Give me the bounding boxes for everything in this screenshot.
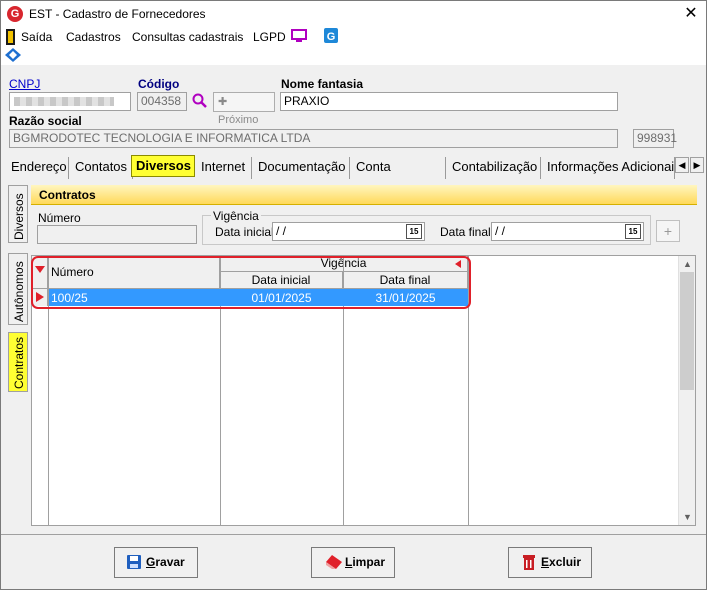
codigo-label: Código <box>138 77 180 91</box>
main-window: G EST - Cadastro de Fornecedores ✕ Saída… <box>0 0 707 590</box>
collapse-left-icon[interactable] <box>455 260 461 268</box>
search-icon[interactable] <box>192 93 208 109</box>
current-row-arrow-icon <box>36 292 44 302</box>
scroll-up-icon[interactable]: ▲ <box>679 256 696 272</box>
vtab-diversos-label: Diversos <box>12 193 26 240</box>
grid-column-line <box>468 256 469 525</box>
scroll-thumb[interactable] <box>680 272 694 390</box>
menu-consultas-cadastrais[interactable]: Consultas cadastrais <box>132 30 243 44</box>
eraser-icon <box>326 555 342 569</box>
vtab-contratos[interactable]: Contratos <box>8 332 28 392</box>
bottom-separator <box>1 534 706 535</box>
grid-col-data-final[interactable]: Data final <box>343 272 468 289</box>
contratos-header: Contratos <box>31 185 697 205</box>
brand-g-icon[interactable]: G <box>324 28 338 43</box>
gravar-label: ravar <box>155 555 185 569</box>
cell-data-final: 31/01/2025 <box>375 291 436 305</box>
table-row[interactable]: 100/25 01/01/2025 31/01/2025 <box>49 289 468 306</box>
grid-group-vigencia: Vigência <box>220 256 468 272</box>
close-icon[interactable]: ✕ <box>676 1 706 27</box>
numero-field[interactable] <box>37 225 197 244</box>
cell-numero: 100/25 <box>51 291 88 305</box>
gravar-button[interactable]: Gravar <box>114 547 198 578</box>
vtab-autonomos-label: Autônomos <box>12 261 26 322</box>
vtab-diversos[interactable]: Diversos <box>8 185 28 243</box>
add-contrato-button[interactable]: + <box>656 220 680 242</box>
tab-conta-corrente[interactable]: Conta corrente <box>352 157 446 194</box>
proximo-button[interactable]: ✚ Próximo <box>213 92 275 126</box>
menu-saida[interactable]: Saída <box>21 30 52 44</box>
grid-indicator-header <box>32 256 48 289</box>
grid-col-numero[interactable]: Número <box>48 256 220 289</box>
tab-diversos[interactable]: Diversos <box>131 155 195 177</box>
app-logo-icon: G <box>7 6 23 22</box>
limpar-button[interactable]: Limpar <box>311 547 395 578</box>
data-inicial-label: Data inicial <box>215 225 274 239</box>
tab-documentacao[interactable]: Documentação <box>254 157 350 179</box>
menu-bar: Saída Cadastros Consultas cadastrais LGP… <box>1 27 706 47</box>
calendar-icon[interactable]: 15 <box>406 224 422 239</box>
plus-icon: ✚ <box>218 96 228 108</box>
menu-lgpd[interactable]: LGPD <box>253 30 286 44</box>
tab-informacoes-adicionais[interactable]: Informações Adicionai <box>543 157 675 179</box>
sort-down-icon[interactable] <box>35 266 45 274</box>
monitor-icon[interactable] <box>291 29 307 43</box>
limpar-label: impar <box>352 555 386 569</box>
data-inicial-field[interactable]: / / <box>272 222 425 241</box>
vtab-contratos-label: Contratos <box>12 336 26 389</box>
razao-social-label: Razão social <box>9 114 82 128</box>
row-indicator[interactable] <box>32 289 48 306</box>
excluir-button[interactable]: Excluir <box>508 547 592 578</box>
exit-door-icon[interactable] <box>6 29 16 45</box>
nome-fantasia-field[interactable]: PRAXIO <box>280 92 618 111</box>
scroll-down-icon[interactable]: ▼ <box>679 509 696 525</box>
tab-scroll-right-icon[interactable]: ▶ <box>690 157 704 173</box>
extra-code-field[interactable]: 998931 <box>633 129 677 148</box>
cell-data-inicial: 01/01/2025 <box>251 291 312 305</box>
grid-col-data-inicial[interactable]: Data inicial <box>220 272 343 289</box>
excluir-label: xcluir <box>549 555 582 569</box>
calendar-icon[interactable]: 15 <box>625 224 641 239</box>
cnpj-field[interactable] <box>9 92 131 111</box>
main-tabs: Endereço Contatos Diversos Internet Docu… <box>7 155 706 194</box>
tab-endereco[interactable]: Endereço <box>7 157 69 179</box>
tab-contatos[interactable]: Contatos <box>71 157 133 179</box>
nome-fantasia-label: Nome fantasia <box>281 77 364 91</box>
title-bar: G EST - Cadastro de Fornecedores ✕ <box>1 1 706 27</box>
codigo-field[interactable]: 004358 <box>137 92 187 111</box>
data-final-label: Data final <box>440 225 491 239</box>
cnpj-blurred-value <box>14 97 114 106</box>
window-title: EST - Cadastro de Fornecedores <box>29 7 206 21</box>
numero-label: Número <box>38 211 81 225</box>
grid-scrollbar[interactable]: ▲ ▼ <box>678 256 695 525</box>
data-final-field[interactable]: / / <box>491 222 644 241</box>
tab-contabilizacao[interactable]: Contabilização <box>448 157 541 179</box>
secondary-toolbar <box>1 47 706 65</box>
cnpj-label[interactable]: CNPJ <box>9 77 40 91</box>
trash-icon <box>523 555 535 570</box>
data-inicial-value: / / <box>276 224 287 238</box>
contratos-grid: Número Vigência Data inicial Data final … <box>31 255 696 526</box>
vtab-autonomos[interactable]: Autônomos <box>8 253 28 325</box>
tab-scroll-left-icon[interactable]: ◀ <box>675 157 689 173</box>
proximo-label: Próximo <box>218 114 259 126</box>
save-disk-icon <box>127 555 141 569</box>
data-final-value: / / <box>495 224 506 238</box>
tab-internet[interactable]: Internet <box>197 157 252 179</box>
excluir-hotkey: E <box>541 555 550 569</box>
vigencia-label: Vigência <box>211 209 261 223</box>
gravar-hotkey: G <box>146 555 156 569</box>
menu-cadastros[interactable]: Cadastros <box>66 30 121 44</box>
svg-text:G: G <box>327 31 336 43</box>
diamond-shortcut-icon[interactable] <box>5 48 21 63</box>
razao-social-field[interactable]: BGMRODOTEC TECNOLOGIA E INFORMATICA LTDA <box>9 129 618 148</box>
